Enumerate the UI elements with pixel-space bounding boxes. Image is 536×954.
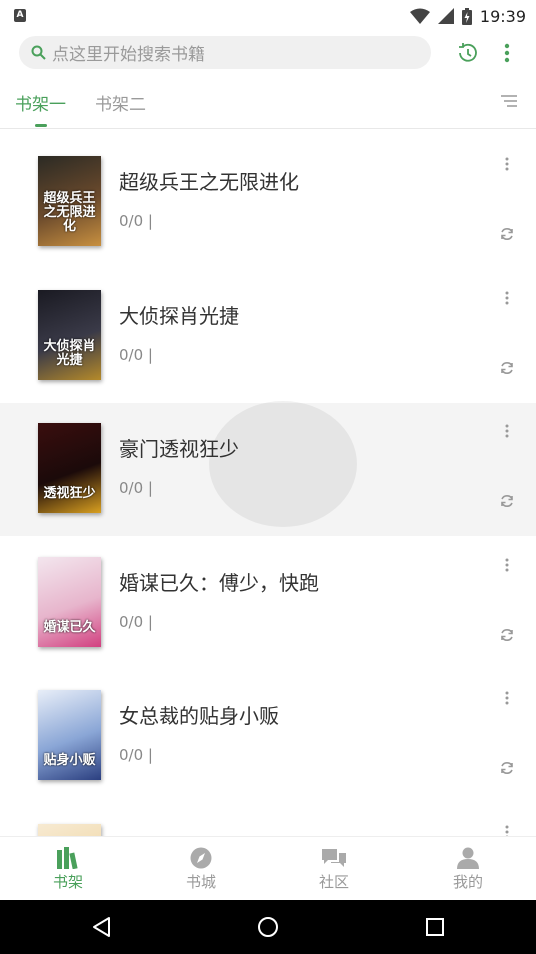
notification-icon: A (14, 9, 26, 22)
cover-title-art: 婚谋已久 (43, 619, 96, 635)
shelf-tabs: 书架一 书架二 (0, 84, 536, 128)
book-progress: 0/0 | (119, 345, 153, 364)
book-row[interactable]: 超级兵王之无限进化 超级兵王之无限进化 0/0 | (0, 136, 536, 269)
nav-label: 我的 (452, 873, 483, 891)
bookshelf-icon (57, 847, 78, 869)
back-icon[interactable] (90, 915, 114, 939)
sync-icon[interactable] (499, 360, 515, 376)
book-more-icon[interactable] (503, 156, 511, 172)
cover-title-art: 超级兵王之无限进化 (43, 191, 96, 234)
bottom-nav: 书架 书城 社区 我的 (0, 836, 536, 900)
nav-bookshelf[interactable]: 书架 (28, 847, 108, 899)
person-icon (457, 847, 479, 869)
book-list: 超级兵王之无限进化 超级兵王之无限进化 0/0 | 大侦探肖光捷 大侦探肖光捷 0/0 |… (0, 136, 536, 836)
home-icon[interactable] (256, 915, 280, 939)
book-cover[interactable]: 婚谋已久 (38, 556, 101, 647)
book-progress: 0/0 | (119, 746, 153, 764)
status-time: 19:39 (479, 6, 526, 26)
book-row[interactable]: 大侦探肖光捷 大侦探肖光捷 0/0 | (0, 270, 536, 403)
search-input[interactable]: 点这里开始搜索书籍 (19, 36, 431, 69)
recents-icon[interactable] (423, 915, 447, 939)
book-title: 大侦探肖光捷 (119, 303, 239, 328)
book-title: 超级兵王之无限进化 (119, 170, 299, 194)
sort-icon[interactable] (500, 94, 518, 108)
sync-icon[interactable] (499, 226, 515, 242)
sync-icon[interactable] (499, 760, 515, 776)
sync-icon[interactable] (499, 493, 515, 509)
book-title: 女总裁的贴身小贩 (119, 704, 279, 728)
cover-title-art: 透视狂少 (43, 486, 96, 501)
book-more-icon[interactable] (503, 557, 511, 573)
touch-ripple (209, 401, 357, 527)
book-row[interactable] (0, 804, 536, 837)
tab-shelf-two[interactable]: 书架二 (95, 90, 146, 115)
system-nav-bar (0, 900, 536, 954)
book-more-icon[interactable] (503, 290, 511, 306)
nav-bookstore[interactable]: 书城 (161, 847, 241, 899)
nav-community[interactable]: 社区 (294, 847, 374, 899)
book-cover[interactable] (38, 823, 101, 836)
nav-label: 书架 (52, 873, 83, 891)
nav-mine[interactable]: 我的 (428, 847, 508, 899)
book-title: 婚谋已久：傅少，快跑 (119, 570, 319, 595)
book-row[interactable]: 贴身小贩 女总裁的贴身小贩 0/0 | (0, 670, 536, 803)
status-icons: 19:39 (409, 6, 526, 26)
more-vertical-icon[interactable] (500, 41, 514, 65)
book-cover[interactable]: 贴身小贩 (38, 690, 101, 780)
history-icon[interactable] (455, 41, 479, 65)
tab-indicator (35, 124, 47, 127)
chat-icon (322, 849, 346, 867)
nav-label: 书城 (185, 873, 216, 891)
book-cover[interactable]: 超级兵王之无限进化 (38, 156, 101, 246)
book-more-icon[interactable] (503, 423, 511, 439)
book-cover[interactable]: 大侦探肖光捷 (38, 289, 101, 380)
book-more-icon[interactable] (503, 690, 511, 706)
book-progress: 0/0 | (119, 612, 153, 631)
compass-icon (190, 847, 212, 869)
signal-icon (437, 8, 454, 24)
tab-shelf-one[interactable]: 书架一 (15, 90, 66, 115)
cover-title-art: 贴身小贩 (43, 753, 96, 768)
battery-icon (461, 7, 472, 25)
book-progress: 0/0 | (119, 479, 153, 497)
book-row[interactable]: 婚谋已久 婚谋已久：傅少，快跑 0/0 | (0, 537, 536, 670)
search-icon (31, 45, 46, 60)
book-progress: 0/0 | (119, 212, 153, 230)
search-placeholder: 点这里开始搜索书籍 (52, 45, 205, 65)
status-bar: A 19:39 (0, 0, 536, 32)
book-more-icon[interactable] (503, 824, 511, 837)
divider (0, 128, 536, 129)
nav-label: 社区 (318, 873, 349, 891)
wifi-icon (409, 8, 430, 24)
sync-icon[interactable] (499, 627, 515, 643)
cover-title-art: 大侦探肖光捷 (43, 338, 96, 368)
book-cover[interactable]: 透视狂少 (38, 423, 101, 513)
